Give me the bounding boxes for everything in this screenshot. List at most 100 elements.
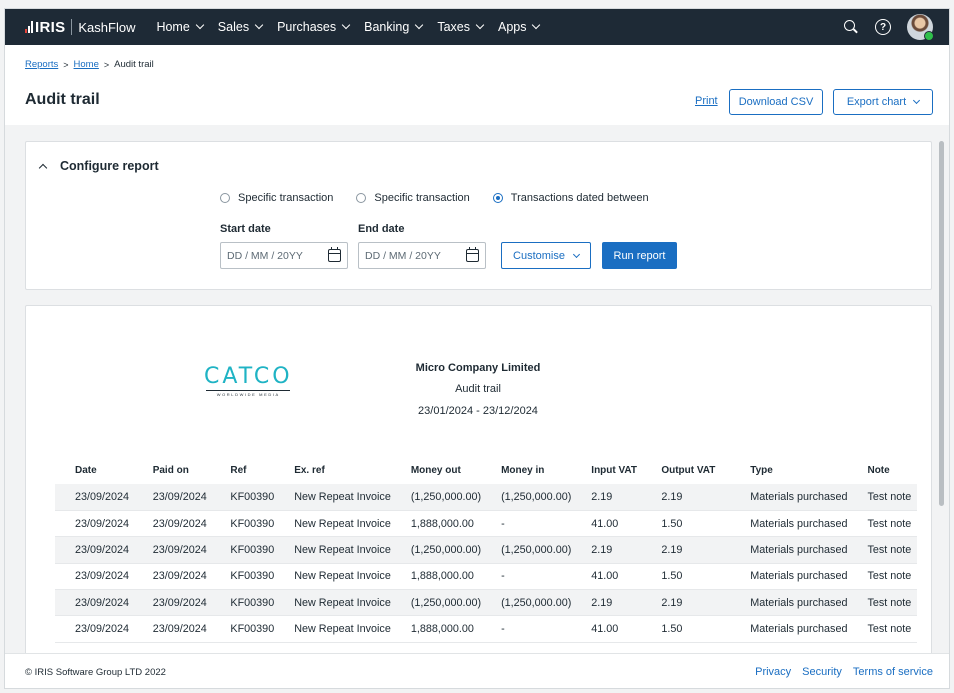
table-row[interactable]: 23/09/2024 23/09/2024 KF00390 New Repeat In… — [55, 589, 917, 617]
column-header: Ex. ref — [294, 464, 325, 476]
column-header: Ref — [230, 464, 247, 476]
table-cell: 23/09/2024 — [55, 536, 133, 564]
menu-sales[interactable]: Sales — [218, 20, 264, 34]
chevron-down-icon — [532, 20, 541, 30]
table-row[interactable]: 23/09/2024 23/09/2024 KF00390 New Repeat In… — [55, 510, 917, 538]
table-cell: (1,250,000.00) — [481, 484, 572, 511]
logo-divider — [71, 19, 73, 35]
table-cell: 23/09/2024 — [55, 615, 133, 643]
table-cell: Test note — [847, 563, 917, 591]
chevron-down-icon — [475, 20, 485, 30]
menu-taxes[interactable]: Taxes — [437, 20, 485, 34]
table-cell: New Repeat Invoice — [274, 589, 391, 617]
breadcrumb-separator: > — [103, 59, 110, 70]
download-csv-label: Download CSV — [738, 96, 814, 108]
table-cell: Materials purchased — [730, 536, 848, 564]
top-nav: IRIS KashFlow Home Sales Purchases Banki… — [5, 9, 949, 45]
catco-logo-subtext: WORLDWIDE MEDIA — [216, 392, 280, 397]
copyright: © IRIS Software Group LTD 2022 — [25, 666, 166, 678]
column-header: Output VAT — [661, 464, 716, 476]
table-cell: 1.50 — [641, 615, 731, 643]
radio-selected-icon — [492, 193, 503, 203]
breadcrumb-reports[interactable]: Reports — [25, 59, 58, 70]
footer: © IRIS Software Group LTD 2022 Privacy S… — [5, 653, 949, 688]
search-icon[interactable] — [843, 19, 859, 35]
table-row[interactable]: 23/09/2024 23/09/2024 KF00390 New Repeat In… — [55, 484, 917, 511]
breadcrumb-home[interactable]: Home — [74, 59, 99, 70]
run-report-button[interactable]: Run report — [602, 242, 677, 269]
scrollbar[interactable] — [939, 141, 944, 506]
chevron-down-icon — [341, 20, 351, 30]
table-cell: 1.50 — [641, 510, 731, 538]
start-date-input[interactable]: DD / MM / 20YY — [220, 242, 348, 269]
report-panel: CATCO WORLDWIDE MEDIA Micro Company Limi… — [25, 305, 932, 665]
transaction-filter-radios: Specific transaction Specific transactio… — [220, 192, 649, 204]
privacy-link[interactable]: Privacy — [755, 666, 791, 678]
download-csv-button[interactable]: Download CSV — [729, 89, 823, 115]
terms-link[interactable]: Terms of service — [853, 666, 933, 678]
radio-specific-transaction-1[interactable]: Specific transaction — [220, 192, 333, 204]
radio-transactions-dated-between[interactable]: Transactions dated between — [492, 192, 649, 204]
catco-logo: CATCO WORLDWIDE MEDIA — [204, 366, 293, 397]
configure-report-toggle[interactable]: Configure report — [38, 159, 159, 173]
table-cell: 2.19 — [571, 589, 642, 617]
column-header: Date — [75, 464, 97, 476]
table-cell: Test note — [847, 589, 917, 617]
table-header-row: Date Paid on Ref Ex. ref Money out Money in In… — [55, 456, 917, 484]
avatar[interactable] — [907, 14, 934, 41]
table-row[interactable]: 23/09/2024 23/09/2024 KF00390 New Repeat In… — [55, 536, 917, 564]
breadcrumb: Reports > Home > Audit trail — [25, 59, 154, 70]
print-link[interactable]: Print — [695, 95, 718, 107]
radio-label: Transactions dated between — [510, 192, 649, 204]
table-cell: (1,250,000.00) — [390, 536, 482, 564]
table-cell: - — [481, 510, 572, 538]
product-name: KashFlow — [78, 19, 136, 35]
table-cell: Test note — [847, 615, 917, 643]
table-cell: KF00390 — [210, 589, 275, 617]
run-report-label: Run report — [613, 249, 666, 262]
table-cell: 23/09/2024 — [132, 615, 211, 643]
menu-home-label: Home — [156, 20, 190, 34]
menu-banking-label: Banking — [364, 20, 410, 34]
table-cell: Test note — [847, 510, 917, 538]
table-cell: 2.19 — [571, 536, 642, 564]
table-cell: KF00390 — [210, 536, 275, 564]
table-cell: 1.50 — [641, 563, 731, 591]
iris-kashflow-logo[interactable]: IRIS KashFlow — [25, 19, 135, 36]
column-header: Paid on — [152, 464, 189, 476]
customise-button[interactable]: Customise — [501, 242, 591, 269]
catco-logo-text: CATCO — [204, 364, 293, 389]
table-row[interactable]: 23/09/2024 23/09/2024 KF00390 New Repeat In… — [55, 615, 917, 643]
calendar-icon[interactable] — [466, 247, 479, 262]
table-cell: 23/09/2024 — [132, 536, 211, 564]
table-cell: KF00390 — [210, 563, 275, 591]
column-header: Input VAT — [591, 464, 638, 476]
menu-home[interactable]: Home — [156, 20, 205, 34]
export-chart-button[interactable]: Export chart — [833, 89, 933, 115]
chevron-down-icon — [254, 20, 264, 30]
help-icon[interactable]: ? — [875, 19, 891, 35]
radio-specific-transaction-2[interactable]: Specific transaction — [356, 192, 470, 204]
menu-banking[interactable]: Banking — [364, 20, 424, 34]
start-date-label: Start date — [220, 223, 271, 235]
table-cell: Materials purchased — [730, 615, 848, 643]
breadcrumb-current: Audit trail — [114, 59, 154, 70]
menu-purchases[interactable]: Purchases — [277, 20, 351, 34]
end-date-input[interactable]: DD / MM / 20YY — [358, 242, 486, 269]
calendar-icon[interactable] — [328, 247, 341, 262]
table-cell: 23/09/2024 — [55, 563, 133, 591]
radio-label: Specific transaction — [238, 192, 334, 204]
table-row[interactable]: 23/09/2024 23/09/2024 KF00390 New Repeat In… — [55, 563, 917, 591]
report-date-range: 23/01/2024 - 23/12/2024 — [418, 405, 538, 417]
table-cell: (1,250,000.00) — [481, 589, 572, 617]
company-name: Micro Company Limited — [415, 362, 541, 374]
table-cell: 2.19 — [641, 536, 731, 564]
logo-bars-icon — [25, 21, 33, 33]
end-date-placeholder: DD / MM / 20YY — [365, 249, 441, 262]
menu-apps[interactable]: Apps — [498, 20, 541, 34]
security-link[interactable]: Security — [802, 666, 842, 678]
table-cell: Test note — [847, 484, 917, 511]
table-cell: 23/09/2024 — [55, 589, 133, 617]
table-cell: Materials purchased — [730, 484, 848, 511]
table-cell: 41.00 — [571, 510, 642, 538]
